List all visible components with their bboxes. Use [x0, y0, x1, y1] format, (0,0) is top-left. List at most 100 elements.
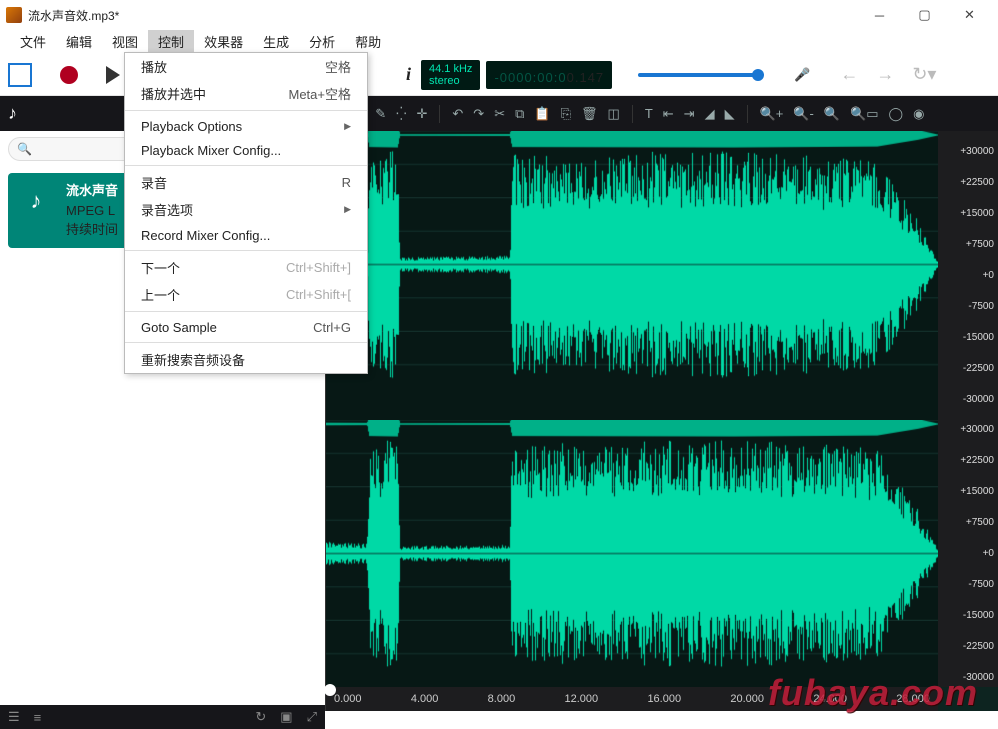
y-tick: -15000	[963, 610, 994, 621]
minimize-button[interactable]: ─	[857, 1, 902, 29]
x-tick: 4.000	[411, 693, 439, 705]
track-meta: 流水声音 MPEG L 持续时间	[66, 181, 118, 240]
status-loop-icon[interactable]: ↻	[255, 709, 266, 725]
menu-视图[interactable]: 视图	[102, 30, 148, 53]
menu-item-Goto-Sample[interactable]: Goto SampleCtrl+G	[125, 315, 367, 339]
crosshair-icon[interactable]: ✛	[416, 106, 427, 122]
status-view-icon[interactable]: ▣	[280, 709, 292, 725]
time-bright: 0.147	[567, 70, 605, 85]
nav-fwd-icon[interactable]: →	[876, 64, 894, 85]
text-icon[interactable]: T	[645, 106, 653, 121]
history-icon[interactable]: ↻▾	[912, 64, 936, 85]
y-tick: -15000	[963, 332, 994, 343]
edit-toolbar: ↖▭✎⁛✛↶↷✂⧉📋⎘🗑◫T⇤⇥◢◣🔍+🔍-🔍🔍▭◯◉	[326, 96, 998, 131]
play-button[interactable]	[106, 66, 120, 84]
y-tick: -22500	[963, 641, 994, 652]
status-expand-icon[interactable]: ⤢	[307, 709, 317, 725]
status-list-icon[interactable]: ☰	[8, 709, 20, 725]
wave-area[interactable]	[326, 131, 938, 687]
status-lines-icon[interactable]: ≡	[34, 710, 42, 725]
y-tick: +0	[983, 548, 994, 559]
trash-icon[interactable]: 🗑	[581, 106, 598, 122]
menu-item--[interactable]: 录音选项▶	[125, 196, 367, 223]
cut-icon[interactable]: ✂	[494, 106, 505, 122]
zoom-out-icon[interactable]: 🔍-	[793, 106, 814, 122]
paste-icon[interactable]: 📋	[534, 106, 550, 122]
y-tick: -22500	[963, 363, 994, 374]
y-tick: +30000	[960, 424, 994, 435]
waveform-right-channel	[326, 420, 938, 687]
app-icon	[6, 7, 22, 23]
info-icon[interactable]: i	[406, 64, 411, 85]
maximize-button[interactable]: ▢	[902, 1, 947, 29]
fit-left-icon[interactable]: ⇤	[663, 106, 674, 122]
nav-back-icon[interactable]: ←	[840, 64, 858, 85]
note-icon: ♪	[8, 103, 17, 124]
track-name: 流水声音	[66, 181, 118, 201]
fade-out-icon[interactable]: ◣	[725, 106, 735, 122]
y-tick: -7500	[968, 301, 994, 312]
sample-rate: 44.1 kHz	[429, 63, 472, 75]
y-tick: +22500	[960, 455, 994, 466]
x-tick: 0.000	[334, 693, 362, 705]
y-tick: +22500	[960, 177, 994, 188]
menu-控制[interactable]: 控制	[148, 30, 194, 53]
undo-icon[interactable]: ↶	[452, 106, 463, 122]
y-tick: +15000	[960, 486, 994, 497]
titlebar-left: 流水声音效.mp3*	[6, 7, 119, 24]
waveform-left-channel	[326, 131, 938, 398]
menu-分析[interactable]: 分析	[299, 30, 345, 53]
zoom-sel-icon[interactable]: 🔍▭	[850, 106, 878, 122]
menu-生成[interactable]: 生成	[253, 30, 299, 53]
menubar: 文件编辑视图控制效果器生成分析帮助	[0, 30, 998, 54]
mic-icon[interactable]: 🎤	[794, 67, 810, 83]
redo-icon[interactable]: ↷	[473, 106, 484, 122]
menu-item--: 上一个Ctrl+Shift+[	[125, 281, 367, 308]
titlebar: 流水声音效.mp3* ─ ▢ ✕	[0, 0, 998, 30]
y-tick: +7500	[966, 239, 994, 250]
menu-效果器[interactable]: 效果器	[194, 30, 253, 53]
pencil-icon[interactable]: ✎	[375, 106, 386, 122]
window-controls: ─ ▢ ✕	[857, 1, 992, 29]
lasso2-icon[interactable]: ◉	[913, 106, 924, 122]
fit-right-icon[interactable]: ⇥	[684, 106, 695, 122]
watermark: fubaya.com	[768, 672, 978, 714]
track-duration: 持续时间	[66, 220, 118, 240]
zoom-in-icon[interactable]: 🔍+	[760, 106, 784, 122]
menu-文件[interactable]: 文件	[10, 30, 56, 53]
y-tick: +0	[983, 270, 994, 281]
menu-item--[interactable]: 重新搜索音频设备	[125, 346, 367, 373]
crop-icon[interactable]: ◫	[608, 106, 620, 122]
control-menu-dropdown: 播放空格播放并选中Meta+空格 Playback Options▶Playbac…	[124, 52, 368, 374]
y-tick: -30000	[963, 394, 994, 405]
stop-button[interactable]	[8, 63, 32, 87]
menu-item--[interactable]: 播放并选中Meta+空格	[125, 80, 367, 107]
fade-in-icon[interactable]: ◢	[705, 106, 715, 122]
x-tick: 8.000	[488, 693, 516, 705]
y-tick: -7500	[968, 579, 994, 590]
playhead-marker[interactable]	[324, 684, 336, 696]
amplitude-ruler: +30000 +22500 +15000 +7500 +0 -7500 -15000 -225…	[938, 131, 998, 687]
menu-item-Record-Mixer-Config-[interactable]: Record Mixer Config...	[125, 223, 367, 247]
menu-item--: 下一个Ctrl+Shift+]	[125, 254, 367, 281]
record-button[interactable]	[60, 66, 78, 84]
volume-slider[interactable]	[638, 73, 758, 77]
menu-item--[interactable]: 录音R	[125, 169, 367, 196]
zoom-fit-icon[interactable]: 🔍	[824, 106, 840, 122]
spray-icon[interactable]: ⁛	[396, 106, 406, 122]
menu-item-Playback-Options[interactable]: Playback Options▶	[125, 114, 367, 138]
copy-icon[interactable]: ⧉	[515, 106, 524, 122]
lasso-icon[interactable]: ◯	[889, 106, 904, 122]
channel-mode: stereo	[429, 75, 472, 87]
menu-item-Playback-Mixer-Config-[interactable]: Playback Mixer Config...	[125, 138, 367, 162]
x-tick: 20.000	[730, 693, 764, 705]
paste2-icon[interactable]: ⎘	[561, 106, 571, 122]
y-tick: +30000	[960, 146, 994, 157]
menu-编辑[interactable]: 编辑	[56, 30, 102, 53]
menu-帮助[interactable]: 帮助	[345, 30, 391, 53]
time-display: -0000:00:00.147	[486, 61, 612, 89]
y-tick: +15000	[960, 208, 994, 219]
menu-item--[interactable]: 播放空格	[125, 53, 367, 80]
close-button[interactable]: ✕	[947, 1, 992, 29]
x-tick: 12.000	[564, 693, 598, 705]
